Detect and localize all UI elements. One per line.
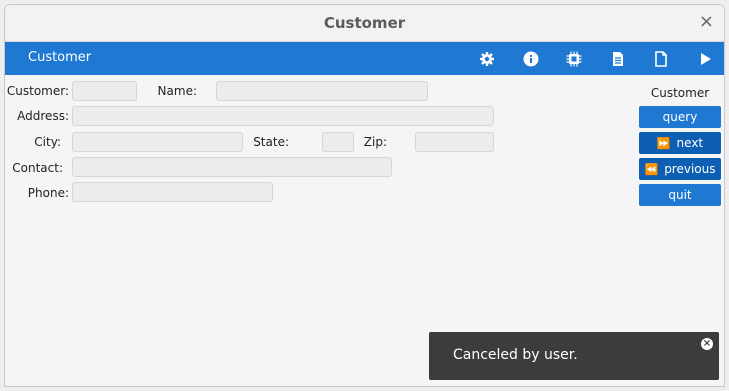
play-icon[interactable]	[697, 51, 713, 67]
quit-button-label: quit	[668, 188, 692, 202]
address-field[interactable]	[72, 106, 494, 126]
next-button-label: next	[676, 136, 704, 150]
state-label: State:	[253, 135, 289, 149]
phone-field[interactable]	[72, 182, 273, 202]
quit-button[interactable]: quit	[639, 184, 721, 206]
state-field[interactable]	[322, 132, 354, 152]
zip-label: Zip:	[363, 135, 387, 149]
document-icon[interactable]	[610, 51, 626, 67]
customer-window: Customer × Customer Customer: Name: Addr…	[4, 4, 725, 387]
toast-notification: Canceled by user. ×	[429, 332, 719, 380]
query-button[interactable]: query	[639, 106, 721, 128]
customer-label: Customer:	[6, 84, 69, 98]
next-button[interactable]: ⏩ next	[639, 132, 721, 154]
phone-label: Phone:	[27, 186, 69, 200]
previous-button-label: previous	[664, 162, 716, 176]
toast-message: Canceled by user.	[453, 347, 578, 363]
name-label: Name:	[157, 84, 197, 98]
toolbar-title: Customer	[28, 50, 92, 65]
title-bar: Customer ×	[5, 5, 724, 42]
toolbar: Customer	[5, 42, 724, 75]
toast-close-icon[interactable]: ×	[701, 338, 713, 350]
window-close-button[interactable]: ×	[699, 12, 714, 32]
city-field[interactable]	[72, 132, 243, 152]
query-button-label: query	[662, 110, 698, 124]
zip-field[interactable]	[415, 132, 494, 152]
chip-icon[interactable]	[566, 51, 582, 67]
previous-button[interactable]: ⏪ previous	[639, 158, 721, 180]
customer-field[interactable]	[72, 81, 137, 101]
address-label: Address:	[17, 109, 69, 123]
gear-icon[interactable]	[479, 51, 495, 67]
fast-forward-icon: ⏩	[656, 137, 671, 150]
info-icon[interactable]	[523, 51, 539, 67]
rewind-icon: ⏪	[644, 163, 659, 176]
contact-field[interactable]	[72, 157, 392, 177]
contact-label: Contact:	[12, 161, 63, 175]
panel-title: Customer	[650, 86, 710, 100]
blank-document-icon[interactable]	[653, 51, 669, 67]
window-title: Customer	[323, 14, 406, 32]
name-field[interactable]	[216, 81, 428, 101]
city-label: City:	[34, 135, 61, 149]
